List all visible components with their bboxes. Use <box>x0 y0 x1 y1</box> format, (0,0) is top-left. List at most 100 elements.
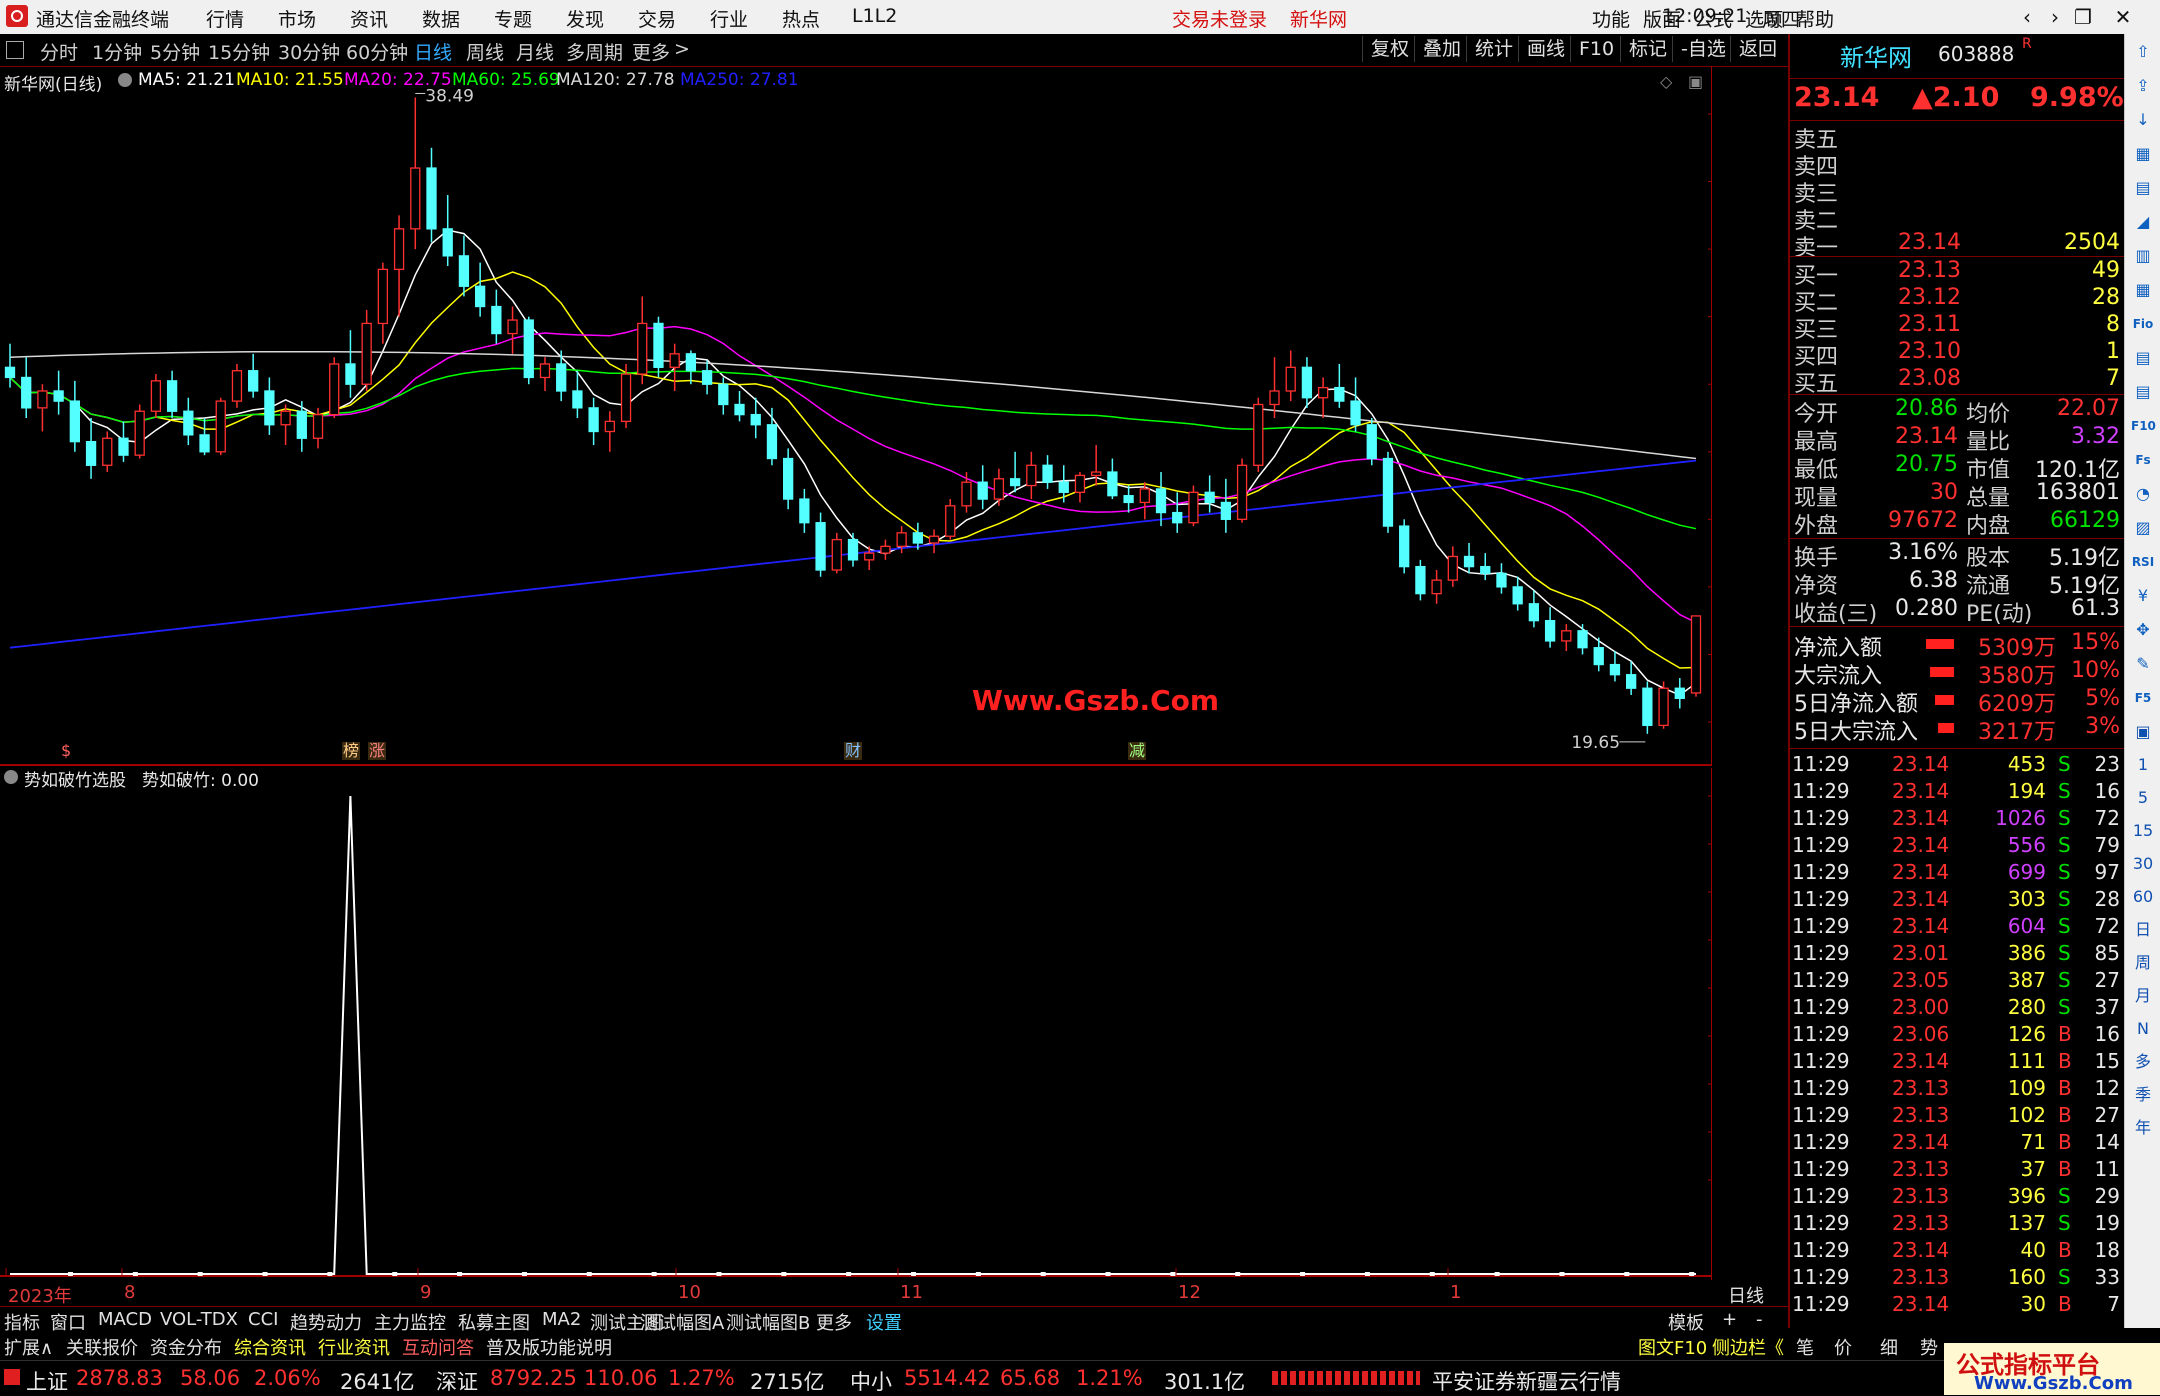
candle-body[interactable] <box>1301 366 1313 399</box>
candle-body[interactable] <box>523 319 534 379</box>
candle-body[interactable] <box>1058 481 1069 493</box>
side-icon-18[interactable]: ✎ <box>2131 652 2155 676</box>
candle-body[interactable] <box>442 228 453 257</box>
side-icon-4[interactable]: ▤ <box>2131 176 2155 200</box>
candle-body[interactable] <box>1658 687 1669 727</box>
side-icon-30[interactable]: 多 <box>2131 1050 2155 1074</box>
side-icon-12[interactable]: Fs <box>2131 448 2155 472</box>
candle-body[interactable] <box>993 478 1005 500</box>
candle-body[interactable] <box>1626 674 1637 689</box>
candle-body[interactable] <box>1382 457 1394 527</box>
period-3[interactable]: 15分钟 <box>208 38 270 65</box>
candle-body[interactable] <box>1334 386 1345 402</box>
side-icon-17[interactable]: ✥ <box>2131 618 2155 642</box>
event-mark[interactable]: 财 <box>845 741 861 760</box>
toolbar-button-2[interactable]: 统计 <box>1466 36 1521 62</box>
period-10[interactable]: 更多 <box>632 38 670 65</box>
side-icon-15[interactable]: RSI <box>2131 550 2155 574</box>
indicator-tab-8[interactable]: MA2 <box>542 1309 581 1330</box>
candle-body[interactable] <box>961 481 972 507</box>
side-icon-5[interactable]: ◢ <box>2131 210 2155 234</box>
side-icon-14[interactable]: ▨ <box>2131 516 2155 540</box>
candle-body[interactable] <box>556 363 567 392</box>
candle-body[interactable] <box>21 376 32 409</box>
candle-body[interactable] <box>1139 488 1150 504</box>
candle-body[interactable] <box>345 363 356 385</box>
candle-body[interactable] <box>912 532 923 544</box>
toolbar-button-4[interactable]: F10 <box>1570 36 1622 62</box>
candle-body[interactable] <box>669 353 680 368</box>
candle-body[interactable] <box>1285 366 1296 392</box>
candle-body[interactable] <box>426 167 437 230</box>
candle-body[interactable] <box>1204 491 1215 504</box>
period-8[interactable]: 月线 <box>516 38 554 65</box>
info-tab-right-3[interactable]: 价 <box>1834 1334 1852 1360</box>
period-4[interactable]: 30分钟 <box>278 38 340 65</box>
candle-body[interactable] <box>53 390 64 402</box>
candle-body[interactable] <box>588 407 599 433</box>
candle-body[interactable] <box>1577 630 1588 649</box>
candle-body[interactable] <box>604 420 615 433</box>
event-mark[interactable]: 减 <box>1129 741 1145 760</box>
back-icon[interactable]: ‹ <box>2012 4 2042 30</box>
candle-body[interactable] <box>1091 471 1102 477</box>
side-icon-1[interactable]: ⇪ <box>2131 74 2155 98</box>
candle-body[interactable] <box>1399 525 1410 568</box>
indicator-tab-3[interactable]: VOL-TDX <box>160 1309 238 1330</box>
candle-body[interactable] <box>1269 390 1280 406</box>
candle-body[interactable] <box>1188 491 1199 524</box>
event-mark[interactable]: 涨 <box>369 741 385 760</box>
side-icon-10[interactable]: ▤ <box>2131 380 2155 404</box>
candle-body[interactable] <box>815 522 826 571</box>
toolbar-button-7[interactable]: 返回 <box>1730 36 1785 62</box>
side-icon-26[interactable]: 日 <box>2131 918 2155 942</box>
candle-body[interactable] <box>1253 403 1264 466</box>
candle-body[interactable] <box>150 380 162 412</box>
period-7[interactable]: 周线 <box>466 38 504 65</box>
candle-body[interactable] <box>1431 579 1442 595</box>
candle-body[interactable] <box>1123 495 1134 504</box>
info-tab-right-0[interactable]: 图文F10 <box>1638 1334 1707 1360</box>
candle-body[interactable] <box>507 319 518 335</box>
side-icon-7[interactable]: ▦ <box>2131 278 2155 302</box>
candle-body[interactable] <box>896 532 907 548</box>
candle-body[interactable] <box>1107 471 1118 497</box>
candle-body[interactable] <box>539 363 551 379</box>
side-icon-2[interactable]: ↓ <box>2131 108 2155 132</box>
indicator-tab-4[interactable]: CCI <box>248 1309 278 1330</box>
menu-8[interactable]: 热点 <box>782 5 820 32</box>
candle-body[interactable] <box>1463 555 1475 568</box>
candle-body[interactable] <box>231 370 243 402</box>
menu-7[interactable]: 行业 <box>710 5 748 32</box>
candle-body[interactable] <box>102 437 113 466</box>
login-status[interactable]: 交易未登录 <box>1172 5 1267 32</box>
toolbar-button-5[interactable]: 标记 <box>1620 36 1675 62</box>
menu-3[interactable]: 数据 <box>422 5 460 32</box>
right-menu-4[interactable]: 帮助 <box>1796 5 1834 32</box>
info-tab-right-4[interactable]: 细 <box>1880 1334 1898 1360</box>
candle-body[interactable] <box>1447 555 1458 581</box>
period-2[interactable]: 5分钟 <box>150 38 200 65</box>
side-icon-19[interactable]: F5 <box>2131 686 2155 710</box>
side-icon-11[interactable]: F10 <box>2131 414 2156 438</box>
side-icon-20[interactable]: ▣ <box>2131 720 2155 744</box>
candle-body[interactable] <box>118 437 129 456</box>
info-tab-right-5[interactable]: 势 <box>1920 1334 1938 1360</box>
side-icon-23[interactable]: 15 <box>2131 819 2155 843</box>
candle-body[interactable] <box>134 410 145 456</box>
bid-price[interactable]: 23.10 <box>1898 339 1961 364</box>
candle-body[interactable] <box>928 535 940 544</box>
zx-label[interactable]: 中小 <box>850 1366 892 1396</box>
menu-2[interactable]: 资讯 <box>350 5 388 32</box>
sz-label[interactable]: 深证 <box>436 1366 478 1396</box>
candle-body[interactable] <box>734 403 745 416</box>
candle-body[interactable] <box>199 434 210 453</box>
candle-body[interactable] <box>864 552 875 561</box>
candle-body[interactable] <box>166 380 178 412</box>
period-1[interactable]: 1分钟 <box>92 38 142 65</box>
tabs-right-1[interactable]: + <box>1722 1309 1737 1330</box>
candle-body[interactable] <box>312 413 324 439</box>
menu-9[interactable]: L1L2 <box>852 5 897 27</box>
candle-body[interactable] <box>1074 474 1086 493</box>
candle-body[interactable] <box>1528 603 1540 622</box>
